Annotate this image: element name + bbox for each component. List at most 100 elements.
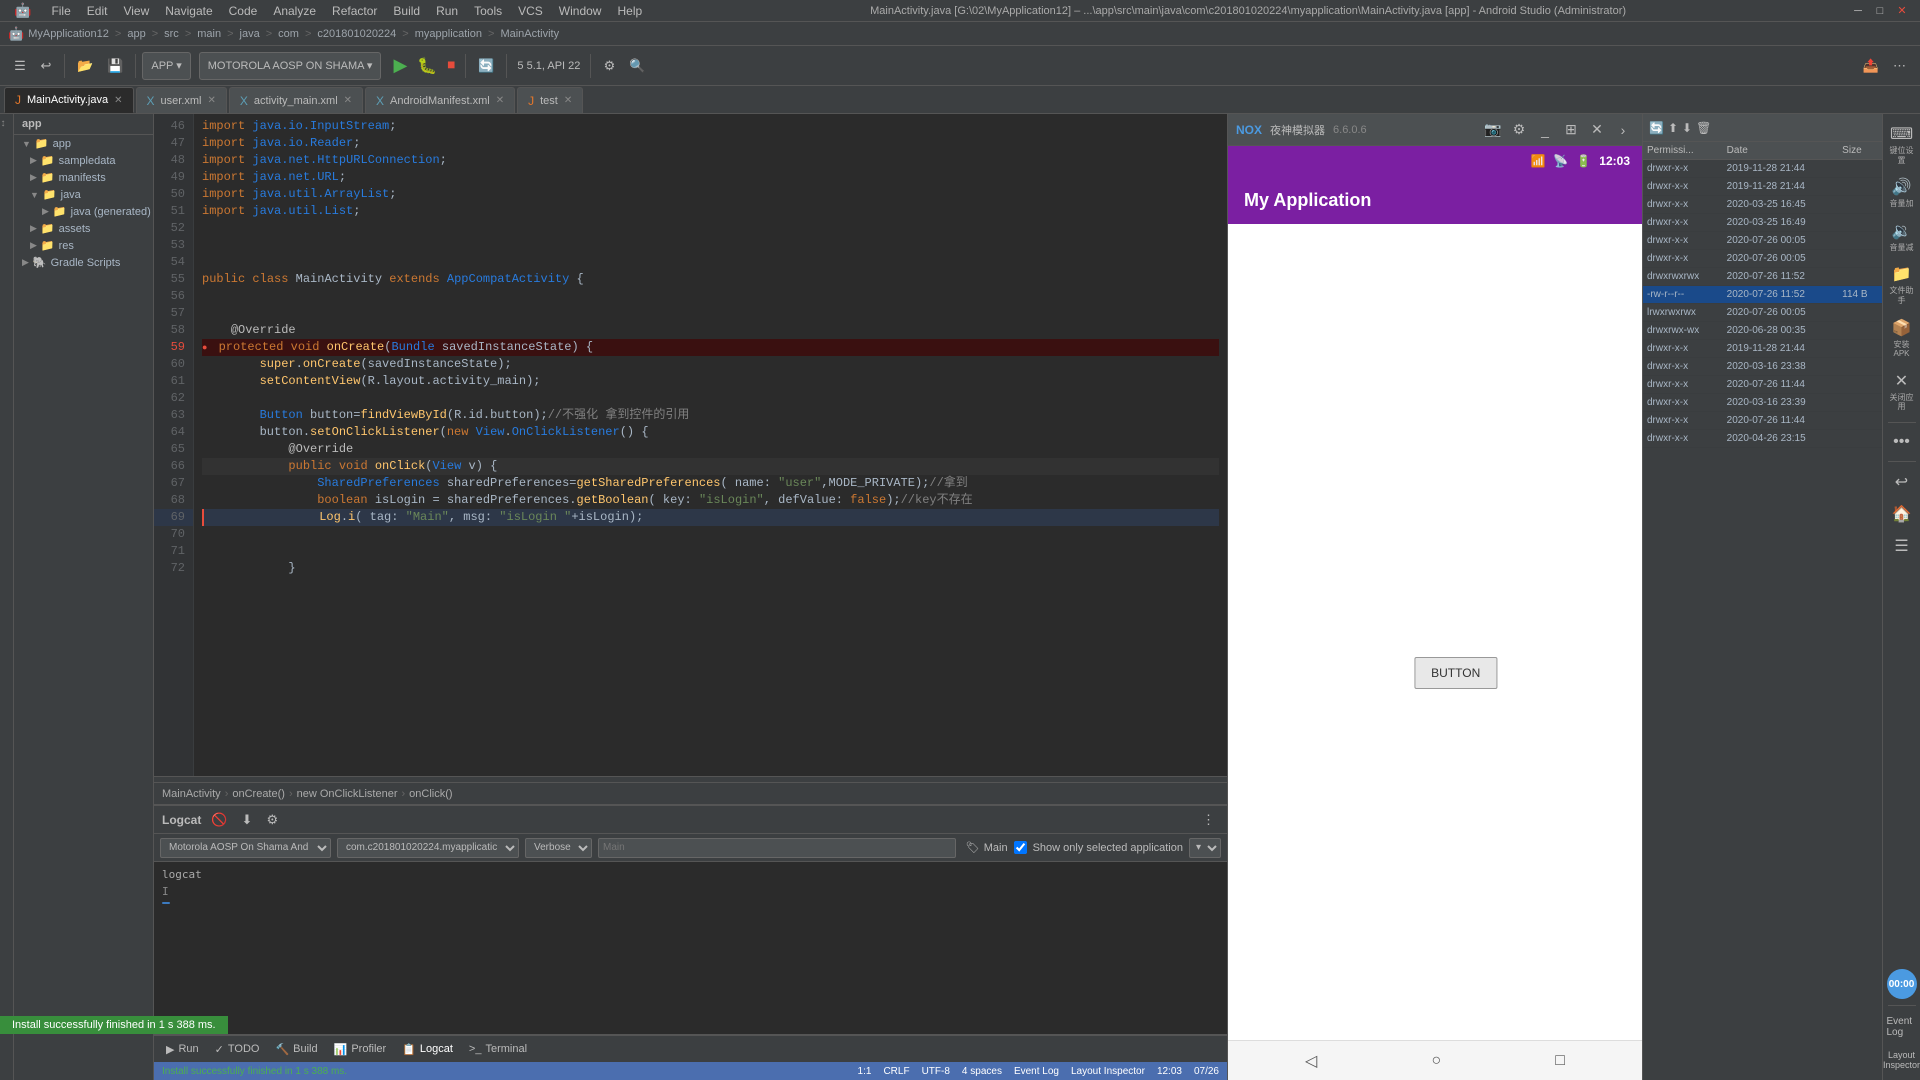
emu-close-btn[interactable]: ✕: [1586, 119, 1608, 141]
toolbar-open-btn[interactable]: 📂: [71, 52, 99, 80]
breadcrumb-src[interactable]: src: [164, 28, 179, 40]
tab-activity-main[interactable]: X activity_main.xml ✕: [229, 87, 363, 113]
tab-terminal[interactable]: >_ Terminal: [461, 1040, 535, 1058]
emu-minimize-btn[interactable]: _: [1534, 119, 1556, 141]
menu-edit[interactable]: Edit: [81, 4, 114, 18]
toolbar-search-btn[interactable]: 🔍: [623, 52, 651, 80]
toolbar-share-btn[interactable]: 📤: [1857, 52, 1885, 80]
menu-build[interactable]: Build: [387, 4, 426, 18]
toolbar-more-btn[interactable]: ⋯: [1887, 52, 1912, 80]
fep-file-row-12[interactable]: drwxr-x-x 2020-07-26 11:44: [1643, 376, 1882, 394]
toolbar-menu-btn[interactable]: ☰: [8, 52, 32, 80]
fep-file-row-15[interactable]: drwxr-x-x 2020-04-26 23:15: [1643, 430, 1882, 448]
tree-assets[interactable]: ▶ 📁 assets: [14, 220, 153, 237]
show-only-select[interactable]: ▾: [1189, 838, 1221, 858]
menu-view[interactable]: View: [117, 4, 155, 18]
tree-gradle-scripts[interactable]: ▶ 🐘 Gradle Scripts: [14, 254, 153, 271]
status-line-col[interactable]: 1:1: [858, 1066, 872, 1077]
rv-close-app-btn[interactable]: ✕ 关闭应用: [1885, 367, 1919, 416]
tree-res[interactable]: ▶ 📁 res: [14, 237, 153, 254]
logcat-tag-input[interactable]: [598, 838, 956, 858]
fep-file-row-10[interactable]: drwxr-x-x 2019-11-28 21:44: [1643, 340, 1882, 358]
fep-file-row-8[interactable]: lrwxrwxrwx 2020-07-26 00:05: [1643, 304, 1882, 322]
status-event-log[interactable]: Event Log: [1014, 1066, 1059, 1077]
fep-file-row-4[interactable]: drwxr-x-x 2020-07-26 00:05: [1643, 232, 1882, 250]
rv-file-btn[interactable]: 📁 文件助手: [1885, 260, 1919, 309]
app-selector-dropdown[interactable]: APP ▾: [142, 52, 190, 80]
phone-button[interactable]: BUTTON: [1414, 657, 1497, 689]
fep-file-row-5[interactable]: drwxr-x-x 2020-07-26 00:05: [1643, 250, 1882, 268]
phone-recents-btn[interactable]: □: [1555, 1052, 1565, 1070]
menu-tools[interactable]: Tools: [468, 4, 508, 18]
tab-androidmanifest[interactable]: X AndroidManifest.xml ✕: [365, 87, 515, 113]
rv-volume-up-btn[interactable]: 🔊 音量加: [1885, 173, 1919, 213]
logcat-settings-btn[interactable]: ⚙: [262, 810, 282, 830]
fep-refresh-btn[interactable]: 🔄: [1649, 121, 1664, 135]
toolbar-save-btn[interactable]: 💾: [101, 52, 129, 80]
menu-navigate[interactable]: Navigate: [159, 4, 218, 18]
tab-userxml-close[interactable]: ✕: [207, 95, 215, 106]
tab-androidmanifest-close[interactable]: ✕: [496, 95, 504, 106]
run-button[interactable]: ▶: [389, 53, 411, 78]
logcat-more-btn[interactable]: ⋮: [1198, 810, 1219, 830]
breadcrumb-mainactivity[interactable]: MainActivity: [500, 28, 559, 40]
tab-logcat[interactable]: 📋 Logcat: [394, 1040, 461, 1059]
tree-java[interactable]: ▼ 📁 java: [14, 186, 153, 203]
menu-window[interactable]: Window: [553, 4, 608, 18]
toolbar-undo-btn[interactable]: ↩: [34, 52, 58, 80]
device-selector-dropdown[interactable]: MOTOROLA AOSP ON SHAMA ▾: [199, 52, 382, 80]
emu-settings-btn[interactable]: ⚙: [1508, 119, 1530, 141]
bc-onclick[interactable]: onClick(): [409, 788, 452, 800]
minimize-button[interactable]: ─: [1848, 1, 1868, 21]
phone-home-btn[interactable]: ○: [1431, 1052, 1441, 1070]
rv-recents-btn[interactable]: ☰: [1885, 532, 1919, 560]
emu-grid-btn[interactable]: ⊞: [1560, 119, 1582, 141]
code-editor[interactable]: 46 47 48 49 50 51 52 53 54 55 56 57: [154, 114, 1227, 804]
status-indent[interactable]: 4 spaces: [962, 1066, 1002, 1077]
tree-java-generated[interactable]: ▶ 📁 java (generated): [14, 203, 153, 220]
show-only-checkbox[interactable]: [1014, 841, 1027, 854]
tab-profiler[interactable]: 📊 Profiler: [326, 1040, 395, 1059]
fep-file-row-3[interactable]: drwxr-x-x 2020-03-25 16:49: [1643, 214, 1882, 232]
breadcrumb-main[interactable]: main: [197, 28, 221, 40]
menu-analyze[interactable]: Analyze: [267, 4, 322, 18]
logcat-device-select[interactable]: Motorola AOSP On Shama And: [160, 838, 331, 858]
logcat-package-select[interactable]: com.c201801020224.myapplicatic: [337, 838, 519, 858]
menu-help[interactable]: Help: [611, 4, 648, 18]
emu-arrow-btn[interactable]: ›: [1612, 119, 1634, 141]
rv-more-btn[interactable]: •••: [1885, 429, 1919, 455]
menu-code[interactable]: Code: [223, 4, 264, 18]
breadcrumb-project[interactable]: MyApplication12: [28, 28, 109, 40]
fep-file-row-7[interactable]: -rw-r--r-- 2020-07-26 11:52 114 B: [1643, 286, 1882, 304]
close-button[interactable]: ✕: [1892, 1, 1912, 21]
fep-file-row-13[interactable]: drwxr-x-x 2020-03-16 23:39: [1643, 394, 1882, 412]
fep-upload-btn[interactable]: ⬆: [1668, 121, 1678, 135]
menu-refactor[interactable]: Refactor: [326, 4, 383, 18]
stop-button[interactable]: ⏹: [443, 55, 459, 77]
rv-install-apk-btn[interactable]: 📦 安装APK: [1885, 314, 1919, 363]
breadcrumb-pkg[interactable]: c201801020224: [317, 28, 396, 40]
status-crlf[interactable]: CRLF: [883, 1066, 909, 1077]
logcat-scroll-btn[interactable]: ⬇: [238, 810, 257, 830]
timer-button[interactable]: 00:00: [1887, 969, 1917, 999]
tab-activity-main-close[interactable]: ✕: [344, 95, 352, 106]
maximize-button[interactable]: □: [1870, 1, 1890, 21]
fep-file-row-2[interactable]: drwxr-x-x 2020-03-25 16:45: [1643, 196, 1882, 214]
rv-volume-down-btn[interactable]: 🔉 音量减: [1885, 217, 1919, 257]
left-strip-toggle[interactable]: ↕: [1, 118, 13, 130]
tree-manifests[interactable]: ▶ 📁 manifests: [14, 169, 153, 186]
toolbar-settings-btn[interactable]: ⚙: [597, 52, 621, 80]
rv-home-btn[interactable]: 🏠: [1885, 500, 1919, 528]
breadcrumb-app[interactable]: app: [127, 28, 145, 40]
emu-screenshot-btn[interactable]: 📷: [1482, 119, 1504, 141]
menu-run[interactable]: Run: [430, 4, 464, 18]
tab-test[interactable]: J test ✕: [517, 87, 583, 113]
fep-delete-btn[interactable]: 🗑: [1696, 121, 1711, 135]
menu-vcs[interactable]: VCS: [512, 4, 549, 18]
logcat-clear-btn[interactable]: 🚫: [207, 810, 231, 830]
tab-userxml[interactable]: X user.xml ✕: [136, 87, 227, 113]
tab-test-close[interactable]: ✕: [564, 95, 572, 106]
breadcrumb-com[interactable]: com: [278, 28, 299, 40]
bc-mainactivity[interactable]: MainActivity: [162, 788, 221, 800]
code-lines[interactable]: import java.io.InputStream; import java.…: [194, 114, 1227, 776]
